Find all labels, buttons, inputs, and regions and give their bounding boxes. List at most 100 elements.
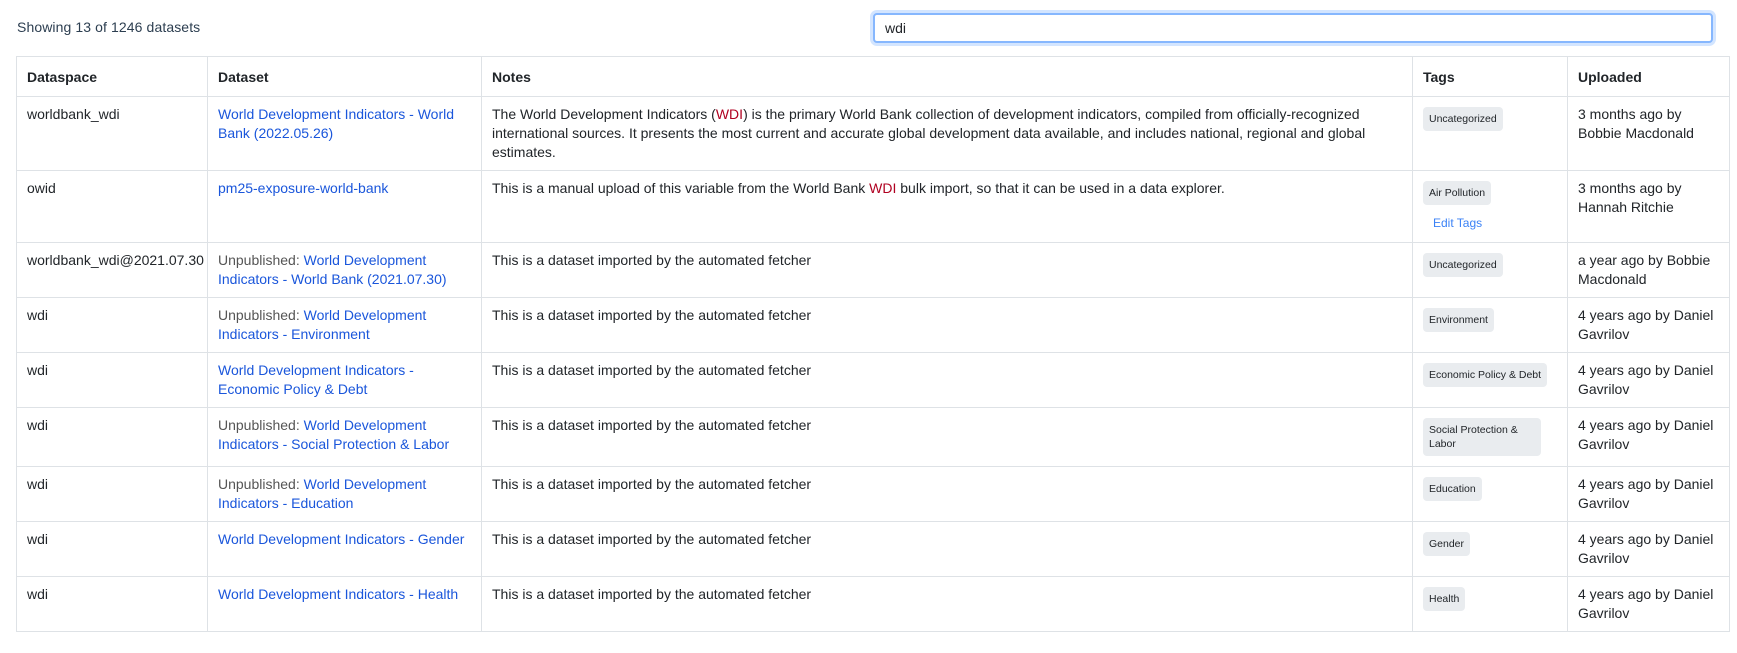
cell-notes: This is a dataset imported by the automa… <box>481 407 1413 467</box>
table-row: worldbank_wdi@2021.07.30 Unpublished: Wor… <box>16 242 1730 298</box>
cell-dataspace: wdi <box>16 407 208 467</box>
notes-text: This is a dataset imported by the automa… <box>492 531 812 547</box>
dataspace-name: worldbank_wdi@2021.07.30 <box>27 252 204 268</box>
cell-tags: Education <box>1412 466 1568 522</box>
unpublished-label: Unpublished: <box>218 417 304 433</box>
cell-tags: Economic Policy & Debt <box>1412 352 1568 408</box>
table-row: wdi World Development Indicators - Econom… <box>16 352 1730 408</box>
notes-text: This is a dataset imported by the automa… <box>492 362 812 378</box>
notes-text: This is a dataset imported by the automa… <box>492 252 812 268</box>
tag-badge[interactable]: Economic Policy & Debt <box>1423 363 1548 387</box>
cell-dataspace: worldbank_wdi@2021.07.30 <box>16 242 208 298</box>
cell-uploaded: 3 months ago by Bobbie Macdonald <box>1567 96 1730 171</box>
cell-notes: This is a dataset imported by the automa… <box>481 242 1413 298</box>
uploaded-info: 4 years ago by Daniel Gavrilov <box>1578 531 1714 566</box>
dataset-link[interactable]: World Development Indicators - Economic … <box>218 362 414 397</box>
cell-dataset: Unpublished: World Development Indicator… <box>207 466 482 522</box>
cell-tags: Air Pollution Edit Tags <box>1412 170 1568 243</box>
dataspace-name: owid <box>27 180 56 196</box>
column-header-dataset[interactable]: Dataset <box>207 56 482 97</box>
notes-text: bulk import, so that it can be used in a… <box>896 180 1225 196</box>
cell-dataset: World Development Indicators - Gender <box>207 521 482 577</box>
cell-uploaded: 3 months ago by Hannah Ritchie <box>1567 170 1730 243</box>
cell-uploaded: 4 years ago by Daniel Gavrilov <box>1567 407 1730 467</box>
cell-dataset: Unpublished: World Development Indicator… <box>207 242 482 298</box>
unpublished-label: Unpublished: <box>218 476 304 492</box>
dataset-link[interactable]: World Development Indicators - World Ban… <box>218 106 454 141</box>
dataspace-name: wdi <box>27 531 49 547</box>
table-row: wdi Unpublished: World Development Indica… <box>16 297 1730 353</box>
tag-badge[interactable]: Education <box>1423 477 1482 501</box>
datasets-table: Dataspace Dataset Notes Tags Uploaded wo… <box>16 56 1730 632</box>
cell-dataspace: wdi <box>16 466 208 522</box>
top-bar: Showing 13 of 1246 datasets <box>0 0 1737 56</box>
search-input[interactable] <box>873 13 1713 43</box>
cell-dataset: Unpublished: World Development Indicator… <box>207 297 482 353</box>
table-row: owid pm25-exposure-world-bank This is a ma… <box>16 170 1730 243</box>
uploaded-info: 4 years ago by Daniel Gavrilov <box>1578 307 1714 342</box>
cell-dataset: World Development Indicators - Economic … <box>207 352 482 408</box>
tag-badge[interactable]: Social Protection & Labor <box>1423 418 1541 456</box>
notes-text: This is a dataset imported by the automa… <box>492 476 812 492</box>
cell-uploaded: 4 years ago by Daniel Gavrilov <box>1567 576 1730 632</box>
uploaded-info: a year ago by Bobbie Macdonald <box>1578 252 1711 287</box>
cell-uploaded: 4 years ago by Daniel Gavrilov <box>1567 297 1730 353</box>
dataspace-name: wdi <box>27 476 49 492</box>
unpublished-label: Unpublished: <box>218 252 304 268</box>
tag-badge[interactable]: Uncategorized <box>1423 107 1503 131</box>
table-row: wdi Unpublished: World Development Indica… <box>16 466 1730 522</box>
edit-tags-link[interactable]: Edit Tags <box>1433 214 1557 233</box>
dataspace-name: wdi <box>27 362 49 378</box>
cell-notes: This is a dataset imported by the automa… <box>481 576 1413 632</box>
cell-notes: The World Development Indicators (WDI) i… <box>481 96 1413 171</box>
column-header-uploaded[interactable]: Uploaded <box>1567 56 1730 97</box>
tag-badge[interactable]: Health <box>1423 587 1466 611</box>
cell-dataspace: wdi <box>16 297 208 353</box>
cell-tags: Uncategorized <box>1412 242 1568 298</box>
notes-text: This is a manual upload of this variable… <box>492 180 870 196</box>
cell-uploaded: a year ago by Bobbie Macdonald <box>1567 242 1730 298</box>
uploaded-info: 3 months ago by Bobbie Macdonald <box>1578 106 1694 141</box>
dataspace-name: wdi <box>27 307 49 323</box>
unpublished-label: Unpublished: <box>218 307 304 323</box>
dataspace-name: wdi <box>27 417 49 433</box>
dataset-link[interactable]: World Development Indicators - Gender <box>218 531 464 547</box>
tag-badge[interactable]: Uncategorized <box>1423 253 1503 277</box>
cell-notes: This is a manual upload of this variable… <box>481 170 1413 243</box>
cell-tags: Uncategorized <box>1412 96 1568 171</box>
cell-uploaded: 4 years ago by Daniel Gavrilov <box>1567 352 1730 408</box>
notes-text: This is a dataset imported by the automa… <box>492 586 812 602</box>
cell-notes: This is a dataset imported by the automa… <box>481 466 1413 522</box>
cell-dataspace: worldbank_wdi <box>16 96 208 171</box>
dataset-count: Showing 13 of 1246 datasets <box>17 19 201 35</box>
cell-dataset: Unpublished: World Development Indicator… <box>207 407 482 467</box>
table-row: wdi World Development Indicators - Health… <box>16 576 1730 632</box>
column-header-tags[interactable]: Tags <box>1412 56 1568 97</box>
tag-badge[interactable]: Gender <box>1423 532 1471 556</box>
table-row: wdi World Development Indicators - Gender… <box>16 521 1730 577</box>
dataset-link[interactable]: World Development Indicators - Health <box>218 586 458 602</box>
uploaded-info: 4 years ago by Daniel Gavrilov <box>1578 417 1714 452</box>
notes-text: This is a dataset imported by the automa… <box>492 417 812 433</box>
table-body: worldbank_wdi World Development Indicator… <box>16 96 1730 632</box>
tag-badge[interactable]: Air Pollution <box>1423 181 1492 205</box>
table-header-row: Dataspace Dataset Notes Tags Uploaded <box>16 56 1730 97</box>
dataspace-name: wdi <box>27 586 49 602</box>
column-header-notes[interactable]: Notes <box>481 56 1413 97</box>
column-header-dataspace[interactable]: Dataspace <box>16 56 208 97</box>
uploaded-info: 4 years ago by Daniel Gavrilov <box>1578 476 1714 511</box>
search-match-highlight: WDI <box>869 180 897 196</box>
uploaded-info: 4 years ago by Daniel Gavrilov <box>1578 362 1714 397</box>
search-match-highlight: WDI <box>715 106 744 122</box>
dataset-link[interactable]: pm25-exposure-world-bank <box>218 180 388 196</box>
cell-dataspace: wdi <box>16 576 208 632</box>
uploaded-info: 3 months ago by Hannah Ritchie <box>1578 180 1682 215</box>
cell-dataspace: wdi <box>16 352 208 408</box>
cell-notes: This is a dataset imported by the automa… <box>481 297 1413 353</box>
tag-badge[interactable]: Environment <box>1423 308 1494 332</box>
table-row: worldbank_wdi World Development Indicator… <box>16 96 1730 171</box>
notes-text: The World Development Indicators ( <box>492 106 716 122</box>
cell-dataspace: wdi <box>16 521 208 577</box>
cell-dataspace: owid <box>16 170 208 243</box>
table-row: wdi Unpublished: World Development Indica… <box>16 407 1730 467</box>
